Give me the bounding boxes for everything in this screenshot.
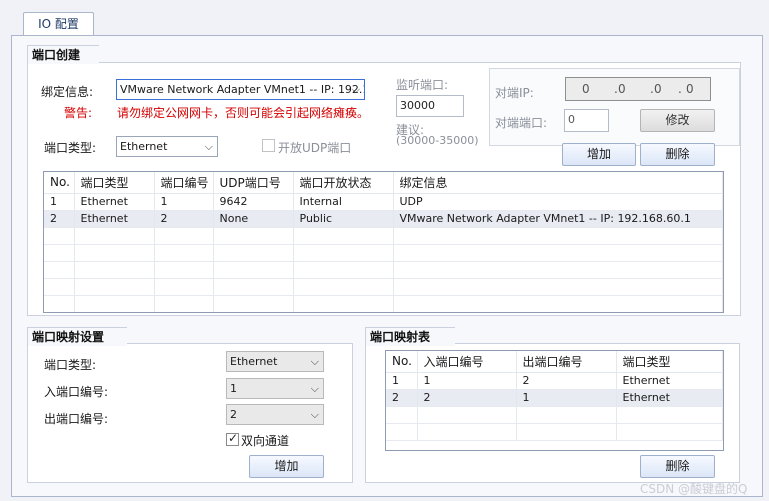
- out-port-select[interactable]: 2 ⌵: [226, 404, 324, 425]
- table-cell: 2: [154, 210, 214, 228]
- table-cell: Ethernet: [616, 372, 723, 390]
- modify-button[interactable]: 修改: [640, 109, 715, 132]
- empty-row: [386, 406, 723, 424]
- table-cell: 2: [44, 210, 75, 228]
- chevron-down-icon: ⌵: [310, 382, 319, 395]
- chevron-down-icon: ⌵: [204, 140, 213, 153]
- table-cell: 2: [386, 389, 418, 407]
- port-type-select[interactable]: Ethernet ⌵: [116, 136, 218, 157]
- ip-octet-2: 0: [618, 82, 626, 96]
- port-create-title: 端口创建: [27, 45, 99, 64]
- watermark: CSDN @酸键盘的Q: [640, 482, 748, 496]
- empty-row: [44, 261, 723, 279]
- out-port-label: 出端口编号:: [44, 412, 109, 426]
- table-row[interactable]: 1 1 2 Ethernet: [386, 372, 723, 390]
- bidirectional-checkbox[interactable]: [226, 431, 239, 446]
- ip-octet-4: 0: [686, 82, 694, 96]
- out-port-value: 2: [230, 408, 237, 421]
- table-cell: UDP: [393, 193, 723, 211]
- empty-row: [44, 278, 723, 296]
- table-cell: None: [213, 210, 294, 228]
- map-type-select[interactable]: Ethernet ⌵: [226, 351, 324, 372]
- open-udp-label: 开放UDP端口: [278, 141, 352, 155]
- mapping-table: No. 入端口编号 出端口编号 端口类型 1 1 2 Ethernet 2 2 …: [385, 350, 724, 451]
- mapping-table-header: No. 入端口编号 出端口编号 端口类型: [386, 351, 723, 373]
- in-port-value: 1: [230, 382, 237, 395]
- table-cell: VMware Network Adapter VMnet1 -- IP: 192…: [393, 210, 723, 228]
- table-cell: 9642: [213, 193, 294, 211]
- peer-ip-input[interactable]: 0 . 0 . 0 . 0: [565, 77, 711, 101]
- table-cell: 1: [516, 389, 617, 407]
- col-header[interactable]: 入端口编号: [417, 351, 517, 373]
- ip-octet-3: 0: [654, 82, 662, 96]
- table-cell: 1: [417, 372, 517, 390]
- bind-info-value: VMware Network Adapter VMnet1 -- IP: 192…: [120, 83, 365, 96]
- col-header[interactable]: 端口编号: [154, 172, 214, 194]
- col-header[interactable]: 出端口编号: [516, 351, 617, 373]
- peer-port-label: 对端端口:: [495, 116, 548, 130]
- bind-info-label: 绑定信息:: [41, 85, 94, 99]
- suggest-range: (30000-35000): [396, 134, 479, 147]
- table-row[interactable]: 2 Ethernet 2 None Public VMware Network …: [44, 210, 723, 228]
- chevron-down-icon: ⌵: [310, 408, 319, 421]
- col-header[interactable]: No.: [44, 172, 75, 194]
- port-type-value: Ethernet: [120, 140, 168, 153]
- warning-label: 警告:: [64, 106, 93, 120]
- chevron-down-icon: ⌵: [351, 83, 360, 96]
- bind-info-select[interactable]: VMware Network Adapter VMnet1 -- IP: 192…: [116, 79, 365, 100]
- empty-row: [386, 423, 723, 441]
- table-cell: 1: [154, 193, 214, 211]
- map-type-value: Ethernet: [230, 355, 278, 368]
- table-cell: Ethernet: [74, 210, 155, 228]
- peer-ip-label: 对端IP:: [495, 86, 534, 100]
- port-table-header: No. 端口类型 端口编号 UDP端口号 端口开放状态 绑定信息: [44, 172, 723, 194]
- col-header[interactable]: 端口类型: [616, 351, 723, 373]
- in-port-label: 入端口编号:: [44, 385, 109, 399]
- col-header[interactable]: No.: [386, 351, 418, 373]
- col-header[interactable]: 端口开放状态: [293, 172, 394, 194]
- col-header[interactable]: UDP端口号: [213, 172, 294, 194]
- map-type-label: 端口类型:: [44, 358, 97, 372]
- open-udp-checkbox[interactable]: [262, 139, 275, 152]
- chevron-down-icon: ⌵: [310, 355, 319, 368]
- empty-row: [44, 295, 723, 312]
- add-mapping-button[interactable]: 增加: [249, 455, 324, 478]
- table-cell: 2: [516, 372, 617, 390]
- empty-row: [44, 244, 723, 262]
- add-port-button[interactable]: 增加: [562, 143, 636, 166]
- table-cell: 2: [417, 389, 517, 407]
- peer-port-input[interactable]: 0: [564, 109, 609, 132]
- table-cell: Ethernet: [74, 193, 155, 211]
- empty-row: [44, 227, 723, 245]
- table-cell: Internal: [293, 193, 394, 211]
- col-header[interactable]: 端口类型: [74, 172, 155, 194]
- ip-dot-3: .: [678, 82, 682, 96]
- delete-port-button[interactable]: 删除: [640, 143, 715, 166]
- port-type-label: 端口类型:: [44, 141, 97, 155]
- table-row[interactable]: 1 Ethernet 1 9642 Internal UDP: [44, 193, 723, 211]
- warning-text: 请勿绑定公网网卡，否则可能会引起网络瘫痪。: [117, 106, 370, 120]
- mapping-settings-title: 端口映射设置: [27, 327, 127, 346]
- listen-port-label: 监听端口:: [396, 78, 449, 92]
- listen-port-input[interactable]: 30000: [396, 95, 464, 117]
- col-header[interactable]: 绑定信息: [393, 172, 723, 194]
- in-port-select[interactable]: 1 ⌵: [226, 378, 324, 399]
- table-cell: 1: [386, 372, 418, 390]
- table-cell: 1: [44, 193, 75, 211]
- table-cell: Public: [293, 210, 394, 228]
- port-table: No. 端口类型 端口编号 UDP端口号 端口开放状态 绑定信息 1 Ether…: [43, 171, 724, 313]
- delete-mapping-button[interactable]: 删除: [640, 455, 715, 478]
- ip-octet-1: 0: [582, 82, 590, 96]
- mapping-table-title: 端口映射表: [365, 327, 455, 346]
- table-cell: Ethernet: [616, 389, 723, 407]
- tab-io-config[interactable]: IO 配置: [23, 12, 94, 36]
- bidirectional-label: 双向通道: [241, 434, 290, 448]
- table-row[interactable]: 2 2 1 Ethernet: [386, 389, 723, 407]
